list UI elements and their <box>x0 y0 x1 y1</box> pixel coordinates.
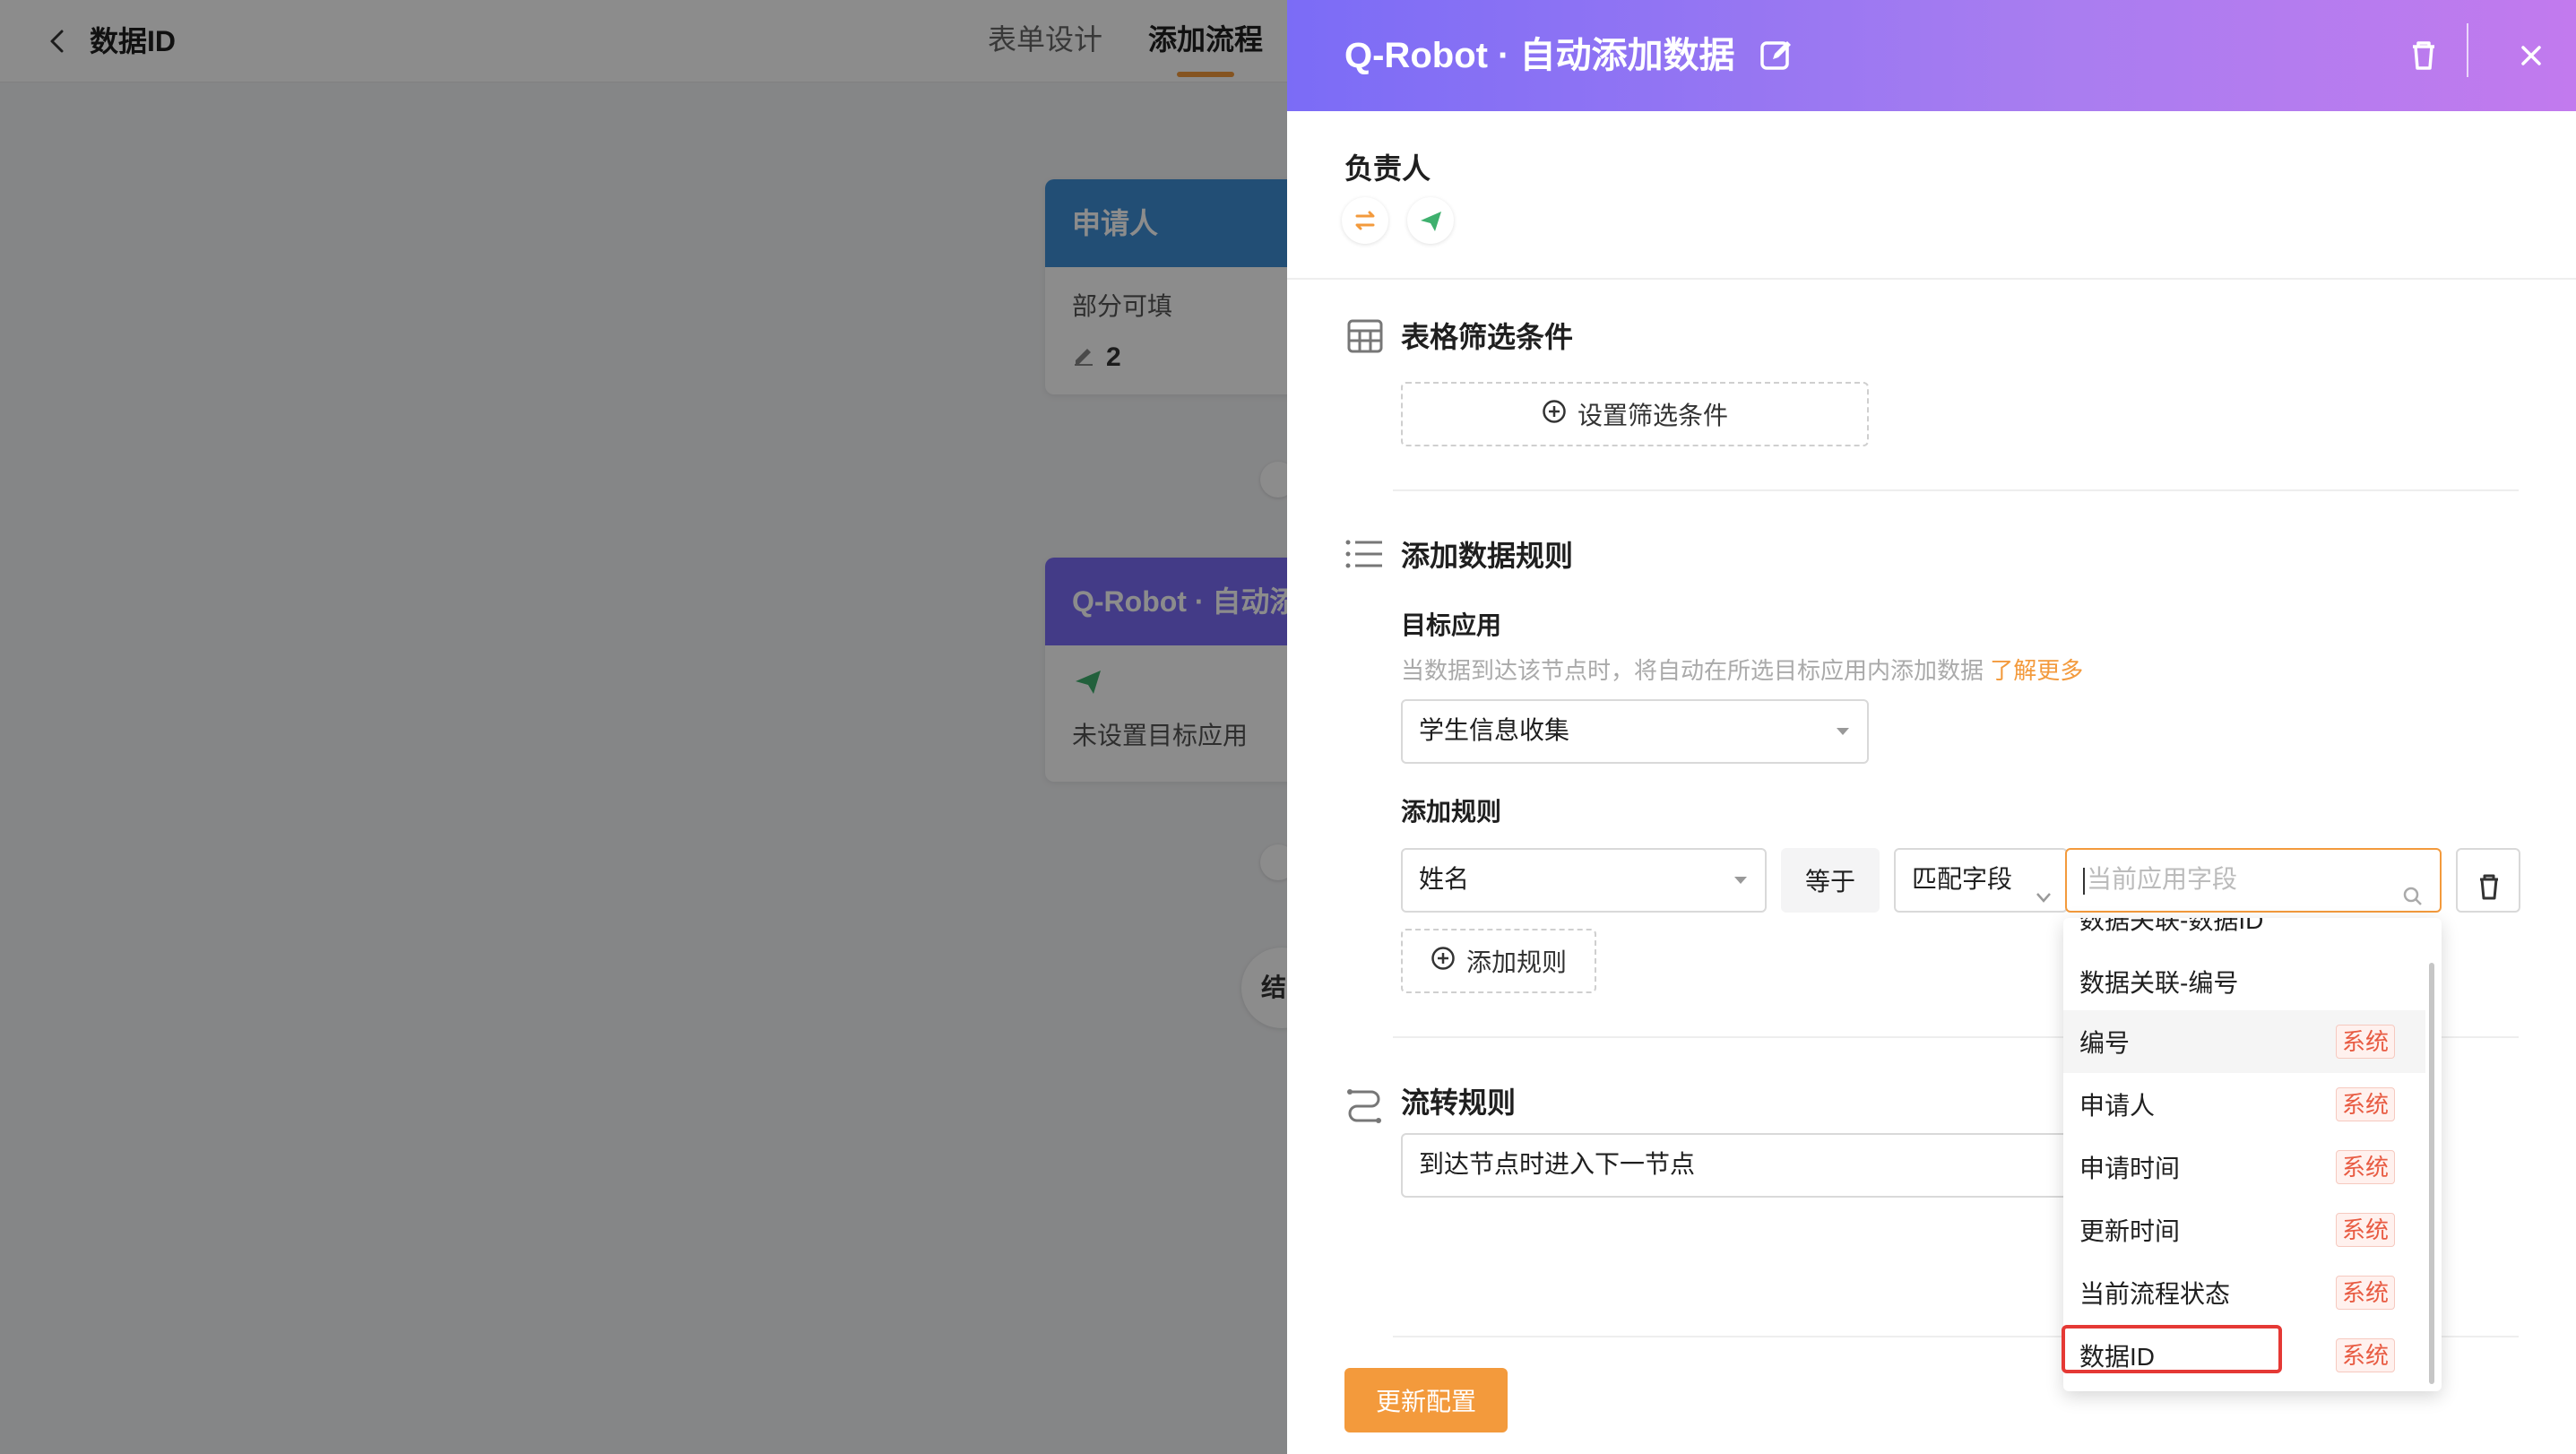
learn-more-link[interactable]: 了解更多 <box>1990 657 2083 684</box>
rule-field-value: 姓名 <box>1419 865 1470 893</box>
current-field-placeholder: 当前应用字段 <box>2087 865 2238 893</box>
field-dropdown: 数据关联-数据ID 数据关联-编号 编号 系统 申请人 系统 申请时间 系统 更新时间… <box>2063 918 2442 1391</box>
trash-icon <box>2473 865 2505 924</box>
target-app-label: 目标应用 <box>1401 611 1502 639</box>
plus-circle-icon <box>1542 399 1567 430</box>
chevron-down-icon <box>2034 870 2053 929</box>
send-owner-icon[interactable] <box>1407 197 1454 244</box>
dropdown-scrollbar[interactable] <box>2429 963 2434 1384</box>
dropdown-option[interactable]: 数据关联-数据ID <box>2063 918 2425 950</box>
dropdown-option[interactable]: 申请人 系统 <box>2063 1073 2425 1136</box>
drawer-header: Q-Robot · 自动添加数据 <box>1287 0 2576 111</box>
dropdown-option[interactable]: 数据关联-编号 <box>2063 950 2425 1013</box>
plus-circle-icon <box>1431 946 1456 977</box>
dropdown-option[interactable]: 更新时间 系统 <box>2063 1199 2425 1261</box>
update-config-button[interactable]: 更新配置 <box>1344 1368 1508 1432</box>
match-type-value: 匹配字段 <box>1912 865 2013 893</box>
current-field-input[interactable]: 当前应用字段 <box>2065 848 2442 913</box>
flow-rule-label: 流转规则 <box>1401 1086 1517 1119</box>
add-rule-button[interactable]: 添加规则 <box>1401 929 1596 993</box>
match-type-select[interactable]: 匹配字段 <box>1894 848 2068 913</box>
system-tag: 系统 <box>2335 1150 2395 1184</box>
drawer-title: Q-Robot · 自动添加数据 <box>1344 36 1735 75</box>
system-tag: 系统 <box>2335 1213 2395 1247</box>
target-app-value: 学生信息收集 <box>1419 716 1570 744</box>
highlight-annotation <box>2062 1325 2282 1373</box>
filter-label: 表格筛选条件 <box>1401 321 1574 353</box>
rule-field-select[interactable]: 姓名 <box>1401 848 1767 913</box>
modal-overlay[interactable] <box>0 0 1287 1454</box>
set-filter-label: 设置筛选条件 <box>1577 402 1728 429</box>
section-divider-1 <box>1287 278 2576 280</box>
dropdown-option[interactable]: 申请时间 系统 <box>2063 1136 2425 1199</box>
rule-operator: 等于 <box>1781 848 1880 913</box>
system-tag: 系统 <box>2335 1338 2395 1372</box>
set-filter-button[interactable]: 设置筛选条件 <box>1401 382 1869 446</box>
rules-label: 添加数据规则 <box>1401 540 1574 572</box>
table-icon <box>1346 317 1384 359</box>
target-app-hint: 当数据到达该节点时，将自动在所选目标应用内添加数据 了解更多 <box>1401 657 2084 684</box>
flow-rule-value: 到达节点时进入下一节点 <box>1419 1150 1696 1178</box>
flow-rule-select[interactable]: 到达节点时进入下一节点 <box>1401 1133 2082 1198</box>
header-divider <box>2467 23 2468 77</box>
edit-title-icon[interactable] <box>1753 32 1800 79</box>
caret-down-icon <box>1734 877 1747 884</box>
trash-icon[interactable] <box>2399 30 2449 81</box>
flow-route-icon <box>1344 1085 1384 1129</box>
delete-rule-button[interactable] <box>2456 848 2520 913</box>
text-cursor <box>2083 867 2085 895</box>
caret-down-icon <box>1837 728 1849 735</box>
add-rule-button-label: 添加规则 <box>1465 948 1567 976</box>
close-icon[interactable] <box>2506 30 2556 81</box>
dropdown-option[interactable]: 编号 系统 <box>2063 1010 2425 1073</box>
system-tag: 系统 <box>2335 1025 2395 1059</box>
list-icon <box>1344 538 1384 575</box>
system-tag: 系统 <box>2335 1276 2395 1310</box>
swap-icon[interactable] <box>1342 197 1388 244</box>
target-app-select[interactable]: 学生信息收集 <box>1401 699 1869 764</box>
system-tag: 系统 <box>2335 1087 2395 1121</box>
add-rule-label: 添加规则 <box>1401 798 1502 826</box>
owner-label: 负责人 <box>1344 152 1431 185</box>
section-divider-2 <box>1393 489 2519 491</box>
dropdown-option[interactable]: 当前流程状态 系统 <box>2063 1261 2425 1324</box>
